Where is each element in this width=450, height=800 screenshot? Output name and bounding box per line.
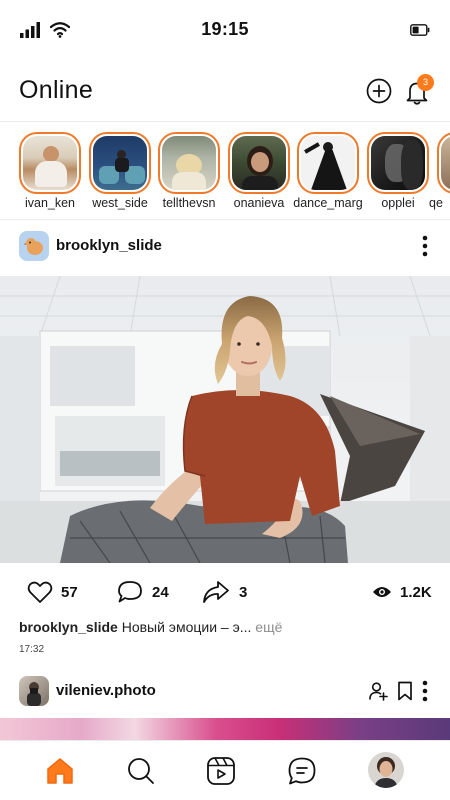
story-username: qe bbox=[429, 196, 443, 210]
post-username[interactable]: vileniev.photo bbox=[56, 682, 156, 699]
story-avatar bbox=[371, 136, 425, 190]
views-counter: 1.2K bbox=[372, 578, 432, 606]
more-options-icon[interactable] bbox=[422, 680, 428, 702]
bottom-navigation bbox=[0, 740, 450, 800]
story-avatar bbox=[232, 136, 286, 190]
more-options-icon[interactable] bbox=[422, 235, 428, 257]
story-avatar bbox=[162, 136, 216, 190]
stories-row: ivan_ken west_side tellthevsn onanieva d… bbox=[0, 122, 450, 220]
status-time: 19:15 bbox=[201, 19, 249, 39]
notification-badge: 3 bbox=[417, 74, 434, 91]
caption-text: Новый эмоции – э... bbox=[121, 619, 252, 635]
post-actions: 57 24 3 1.2K bbox=[0, 572, 450, 612]
battery-icon bbox=[410, 24, 430, 36]
comment-button[interactable]: 24 bbox=[116, 578, 169, 606]
bookmark-icon[interactable] bbox=[397, 681, 413, 701]
status-bar: 19:15 bbox=[0, 0, 450, 60]
nav-messages[interactable] bbox=[286, 755, 318, 787]
avatar bbox=[368, 752, 404, 788]
post-header: vileniev.photo bbox=[0, 665, 450, 717]
post-username[interactable]: brooklyn_slide bbox=[56, 237, 162, 254]
app-header: Online 3 bbox=[0, 60, 450, 122]
avatar[interactable] bbox=[19, 231, 49, 261]
post-header: brooklyn_slide bbox=[0, 220, 450, 272]
post-image[interactable] bbox=[0, 276, 450, 563]
nav-home[interactable] bbox=[44, 755, 76, 787]
story-item[interactable]: west_side bbox=[89, 132, 151, 210]
story-item[interactable]: dance_marg bbox=[293, 132, 363, 210]
caption-more-link[interactable]: ещё bbox=[255, 619, 282, 635]
nav-reels[interactable] bbox=[205, 755, 237, 787]
like-button[interactable]: 57 bbox=[27, 578, 78, 606]
story-avatar bbox=[93, 136, 147, 190]
camera-photo bbox=[27, 682, 41, 706]
reels-icon bbox=[207, 757, 235, 785]
messages-icon bbox=[288, 757, 316, 785]
story-item[interactable]: onanieva bbox=[228, 132, 290, 210]
page-title: Online bbox=[19, 76, 94, 104]
story-avatar bbox=[301, 136, 355, 190]
post-photo bbox=[0, 276, 450, 563]
add-post-button[interactable] bbox=[366, 78, 392, 104]
like-count: 57 bbox=[61, 583, 78, 601]
nav-profile-avatar[interactable] bbox=[368, 752, 404, 788]
story-avatar bbox=[441, 136, 450, 190]
post-caption: brooklyn_slide Новый эмоции – э... ещё bbox=[19, 619, 431, 635]
view-count: 1.2K bbox=[400, 583, 432, 601]
eye-icon bbox=[373, 587, 391, 597]
story-item[interactable]: ivan_ken bbox=[19, 132, 81, 210]
comment-count: 24 bbox=[152, 583, 169, 601]
share-icon bbox=[203, 581, 229, 603]
share-button[interactable]: 3 bbox=[201, 578, 247, 606]
nav-search[interactable] bbox=[125, 755, 157, 787]
post-image[interactable] bbox=[0, 718, 450, 740]
home-icon bbox=[47, 758, 73, 784]
search-icon bbox=[128, 758, 154, 784]
caption-username[interactable]: brooklyn_slide bbox=[19, 619, 118, 635]
story-item[interactable]: opplei bbox=[367, 132, 429, 210]
bird-icon bbox=[23, 238, 43, 255]
story-avatar bbox=[23, 136, 77, 190]
story-item[interactable]: tellthevsn bbox=[158, 132, 220, 210]
avatar[interactable] bbox=[19, 676, 49, 706]
comment-icon bbox=[118, 581, 142, 603]
post-timestamp: 17:32 bbox=[19, 644, 45, 655]
heart-icon bbox=[27, 581, 53, 603]
share-count: 3 bbox=[239, 583, 248, 601]
story-item[interactable]: qe bbox=[429, 132, 450, 210]
add-user-icon[interactable] bbox=[368, 681, 388, 701]
